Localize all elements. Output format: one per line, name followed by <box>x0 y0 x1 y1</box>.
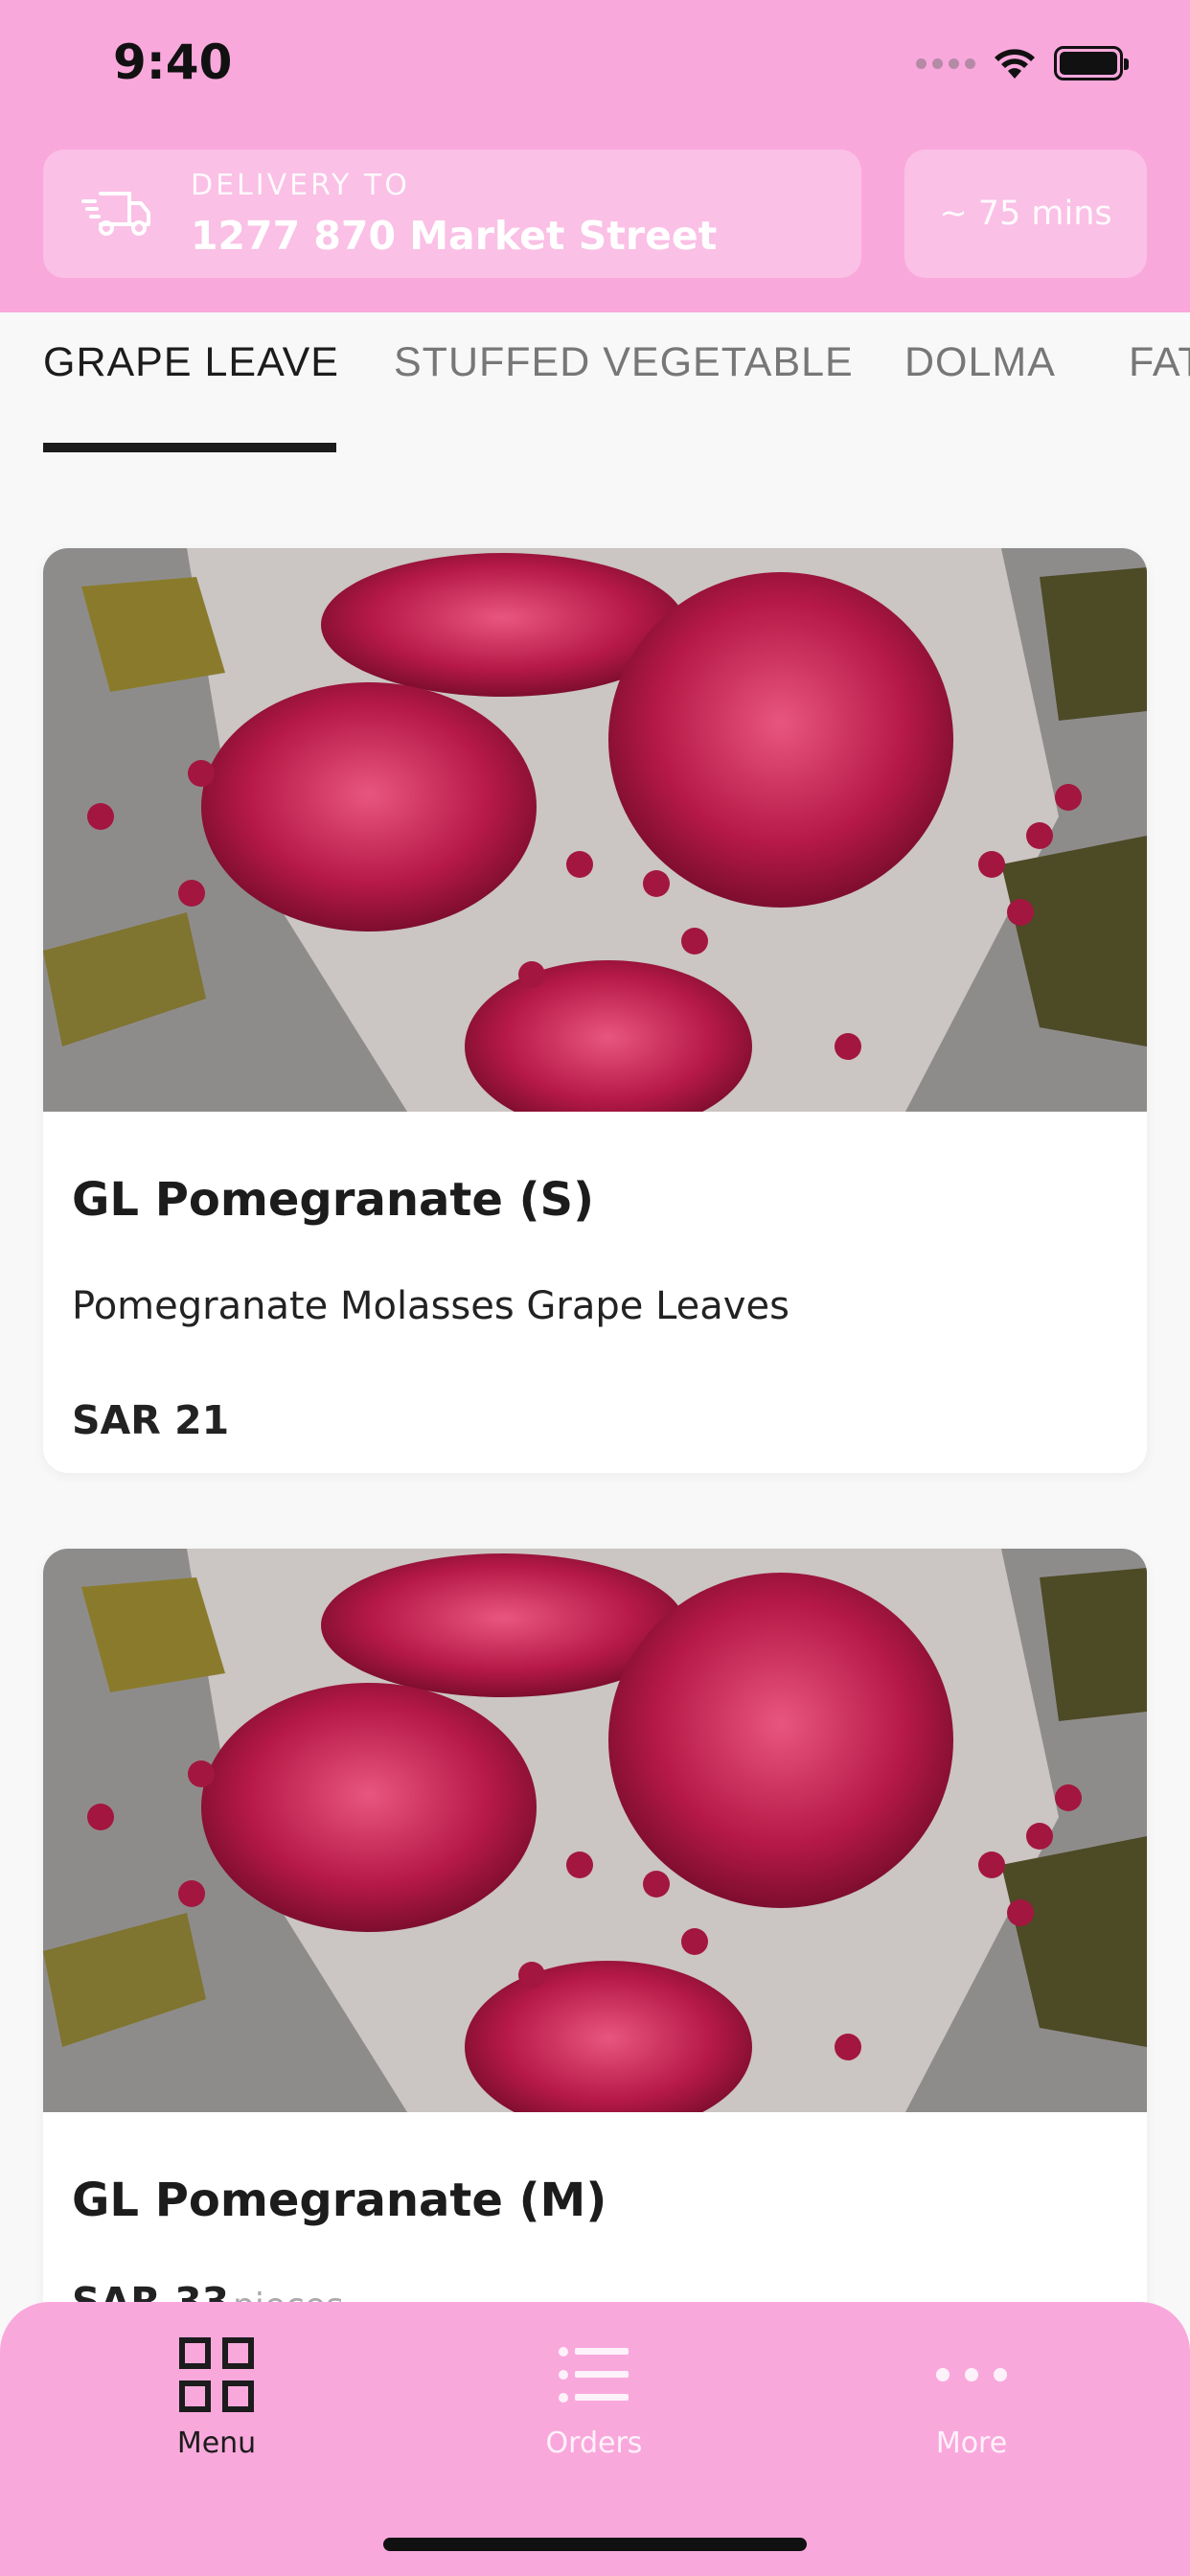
grid-icon <box>179 2337 254 2412</box>
wifi-icon <box>995 49 1035 79</box>
bottom-navigation: Menu Orders More <box>0 2302 1190 2576</box>
nav-orders-label: Orders <box>545 2426 643 2460</box>
item-title: GL Pomegranate (S) <box>72 1173 595 1227</box>
nav-menu-label: Menu <box>176 2426 257 2460</box>
nav-more-label: More <box>935 2426 1008 2460</box>
cellular-signal-icon <box>916 58 975 69</box>
tab-stuffed-vegetable[interactable]: STUFFED VEGETABLE <box>394 339 854 386</box>
item-title: GL Pomegranate (M) <box>72 2174 607 2227</box>
item-price: SAR 21 <box>72 1397 230 1443</box>
app-header: 9:40 DELIVERY TO 1277 870 Market Street … <box>0 0 1190 312</box>
more-dots-icon <box>936 2368 1007 2381</box>
delivery-address: 1277 870 Market Street <box>191 213 718 259</box>
nav-menu[interactable]: Menu <box>111 2336 322 2460</box>
nav-more[interactable]: More <box>866 2336 1077 2460</box>
active-tab-indicator <box>43 443 336 452</box>
tab-fatteh[interactable]: FATTEH <box>1129 339 1190 386</box>
list-icon <box>559 2347 629 2403</box>
pomegranate-food-photo <box>43 1549 1147 2112</box>
battery-icon <box>1054 46 1129 80</box>
nav-orders[interactable]: Orders <box>489 2336 699 2460</box>
status-time: 9:40 <box>113 34 233 90</box>
tab-dolma[interactable]: DOLMA <box>904 339 1056 386</box>
menu-item-card[interactable]: GL Pomegranate (S) Pomegranate Molasses … <box>43 548 1147 1473</box>
pomegranate-food-photo <box>43 548 1147 1112</box>
status-icons <box>916 44 1129 82</box>
delivery-eta[interactable]: ~ 75 mins <box>904 150 1147 278</box>
home-indicator[interactable] <box>383 2538 807 2551</box>
delivery-label: DELIVERY TO <box>191 169 410 202</box>
delivery-truck-icon <box>81 192 150 236</box>
delivery-address-selector[interactable]: DELIVERY TO 1277 870 Market Street <box>43 150 861 278</box>
category-tabs: GRAPE LEAVE STUFFED VEGETABLE DOLMA FATT… <box>0 312 1190 456</box>
item-description: Pomegranate Molasses Grape Leaves <box>72 1284 790 1328</box>
tab-grape-leave[interactable]: GRAPE LEAVE <box>43 339 339 386</box>
